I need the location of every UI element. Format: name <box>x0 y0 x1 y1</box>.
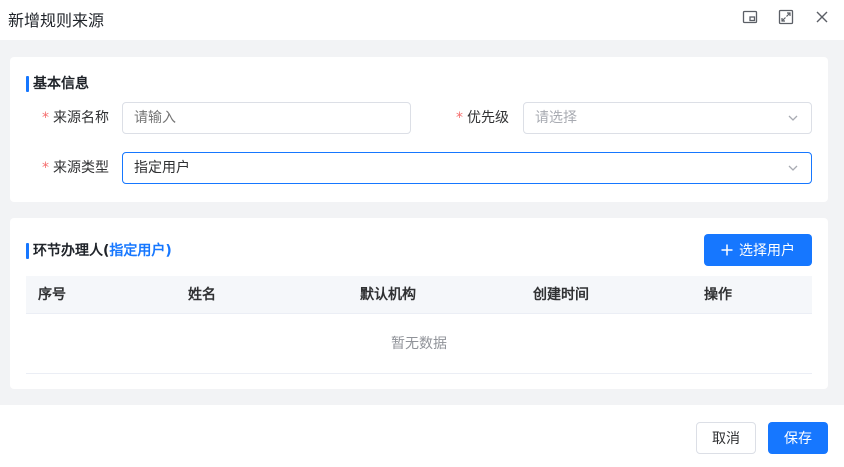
source-type-label-text: 来源类型 <box>53 160 109 176</box>
column-header-actions: 操作 <box>704 287 732 303</box>
table-header: 序号 姓名 默认机构 创建时间 操作 <box>26 276 812 314</box>
dialog-body: 基本信息 *来源名称 *优先级 请选择 *来源类型 指定用户 环节办理人(指定用… <box>0 40 844 405</box>
source-name-label-text: 来源名称 <box>53 110 109 126</box>
source-name-input[interactable] <box>122 102 411 134</box>
required-mark: * <box>456 110 463 126</box>
minimize-window-icon[interactable] <box>741 8 759 26</box>
column-header-org: 默认机构 <box>360 287 416 303</box>
maximize-window-icon[interactable] <box>777 8 795 26</box>
priority-label-text: 优先级 <box>467 110 509 126</box>
table-empty-text: 暂无数据 <box>26 314 812 374</box>
handler-title: 环节办理人(指定用户) <box>26 243 172 259</box>
priority-select[interactable]: 请选择 <box>523 102 812 134</box>
column-header-created: 创建时间 <box>533 287 589 303</box>
dialog-title: 新增规则来源 <box>8 11 105 30</box>
handler-title-suffix: ) <box>165 243 172 259</box>
priority-placeholder: 请选择 <box>535 110 577 126</box>
basic-info-title: 基本信息 <box>26 76 89 92</box>
source-type-select[interactable]: 指定用户 <box>122 152 812 184</box>
handler-card: 环节办理人(指定用户) 选择用户 序号 姓名 默认机构 创建时间 操作 暂无数据 <box>10 218 828 389</box>
plus-icon <box>721 244 733 256</box>
required-mark: * <box>42 110 49 126</box>
save-button[interactable]: 保存 <box>768 422 828 454</box>
handler-title-prefix: 环节办理人( <box>33 243 110 259</box>
select-user-button[interactable]: 选择用户 <box>704 234 812 266</box>
basic-info-card: 基本信息 *来源名称 *优先级 请选择 *来源类型 指定用户 <box>10 57 828 202</box>
dialog-footer: 取消 保存 <box>0 405 844 467</box>
chevron-down-icon <box>788 165 798 171</box>
source-name-label: * 来源名称 <box>42 102 109 134</box>
dialog-header: 新增规则来源 <box>0 0 844 40</box>
column-header-index: 序号 <box>38 287 66 303</box>
priority-label: * 优先级 <box>456 102 509 134</box>
select-user-label: 选择用户 <box>739 243 795 259</box>
required-mark: * <box>42 160 49 176</box>
source-type-label: * 来源类型 <box>42 152 109 184</box>
close-icon[interactable] <box>813 8 831 26</box>
column-header-name: 姓名 <box>188 287 216 303</box>
cancel-button[interactable]: 取消 <box>696 422 756 454</box>
source-type-value: 指定用户 <box>134 160 190 176</box>
chevron-down-icon <box>788 115 798 121</box>
handler-title-accent: 指定用户 <box>109 243 166 259</box>
